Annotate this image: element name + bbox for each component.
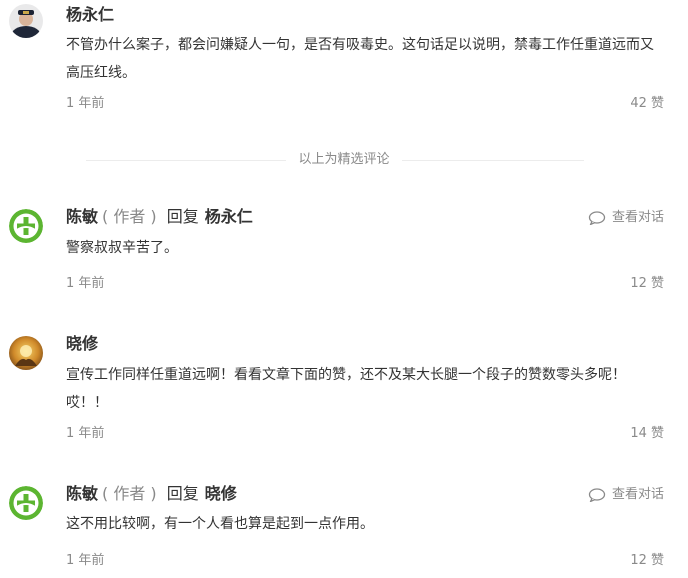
reply-to-name[interactable]: 杨永仁 — [205, 207, 253, 226]
author-avatar-icon[interactable] — [9, 486, 43, 520]
view-conversation-label: 查看对话 — [611, 487, 664, 502]
comment-item: 陈敏( 作者 ) 回复 杨永仁 查看对话 警察叔叔辛苦了。 1 年前 12 赞 — [0, 205, 688, 295]
view-conversation-label: 查看对话 — [611, 210, 664, 225]
speech-bubble-icon — [588, 211, 606, 225]
commenter-name[interactable]: 陈敏 — [66, 207, 98, 226]
commenter-name[interactable]: 陈敏 — [66, 484, 98, 503]
comment-author-line: 杨永仁 — [66, 4, 114, 26]
comment-item: 杨永仁 不管办什么案子，都会问嫌疑人一句，是否有吸毒史。这句话足以说明，禁毒工作… — [0, 0, 688, 130]
featured-divider-label: 以上为精选评论 — [0, 151, 688, 169]
avatar[interactable] — [9, 336, 43, 370]
commenter-name[interactable]: 杨永仁 — [66, 5, 114, 24]
like-count[interactable]: 42 赞 — [630, 95, 664, 113]
reply-label: 回复 — [166, 484, 199, 503]
comment-text: 这不用比较啊，有一个人看也算是起到一点作用。 — [66, 516, 374, 532]
view-conversation-button[interactable]: 查看对话 — [588, 209, 664, 227]
like-count[interactable]: 12 赞 — [630, 552, 664, 570]
comment-author-line: 陈敏( 作者 ) 回复 晓修 — [66, 483, 237, 505]
author-tag: ( 作者 ) — [102, 484, 157, 503]
comment-author-line: 陈敏( 作者 ) 回复 杨永仁 — [66, 206, 253, 228]
author-avatar-icon[interactable] — [9, 209, 43, 243]
author-tag: ( 作者 ) — [102, 207, 157, 226]
like-count[interactable]: 12 赞 — [630, 275, 664, 293]
comment-text: 不管办什么案子，都会问嫌疑人一句，是否有吸毒史。这句话足以说明，禁毒工作任重道远… — [66, 37, 654, 81]
speech-bubble-icon — [588, 488, 606, 502]
comment-author-line: 晓修 — [66, 333, 98, 355]
comment-time: 1 年前 — [66, 96, 105, 111]
view-conversation-button[interactable]: 查看对话 — [588, 486, 664, 504]
comment-time: 1 年前 — [66, 276, 105, 291]
comment-text: 宣传工作同样任重道远啊！看看文章下面的赞，还不及某大长腿一个段子的赞数零头多呢！… — [66, 367, 626, 411]
reply-to-name[interactable]: 晓修 — [205, 484, 237, 503]
reply-label: 回复 — [166, 207, 199, 226]
featured-divider-text: 以上为精选评论 — [286, 152, 402, 167]
comment-item: 陈敏( 作者 ) 回复 晓修 查看对话 这不用比较啊，有一个人看也算是起到一点作用。… — [0, 482, 688, 578]
comment-text: 警察叔叔辛苦了。 — [66, 240, 178, 256]
avatar[interactable] — [9, 4, 43, 38]
comment-time: 1 年前 — [66, 553, 105, 568]
commenter-name[interactable]: 晓修 — [66, 334, 98, 353]
comment-time: 1 年前 — [66, 426, 105, 441]
like-count[interactable]: 14 赞 — [630, 425, 664, 443]
comment-section: 杨永仁 不管办什么案子，都会问嫌疑人一句，是否有吸毒史。这句话足以说明，禁毒工作… — [0, 0, 688, 578]
comment-item: 晓修 宣传工作同样任重道远啊！看看文章下面的赞，还不及某大长腿一个段子的赞数零头… — [0, 333, 688, 453]
